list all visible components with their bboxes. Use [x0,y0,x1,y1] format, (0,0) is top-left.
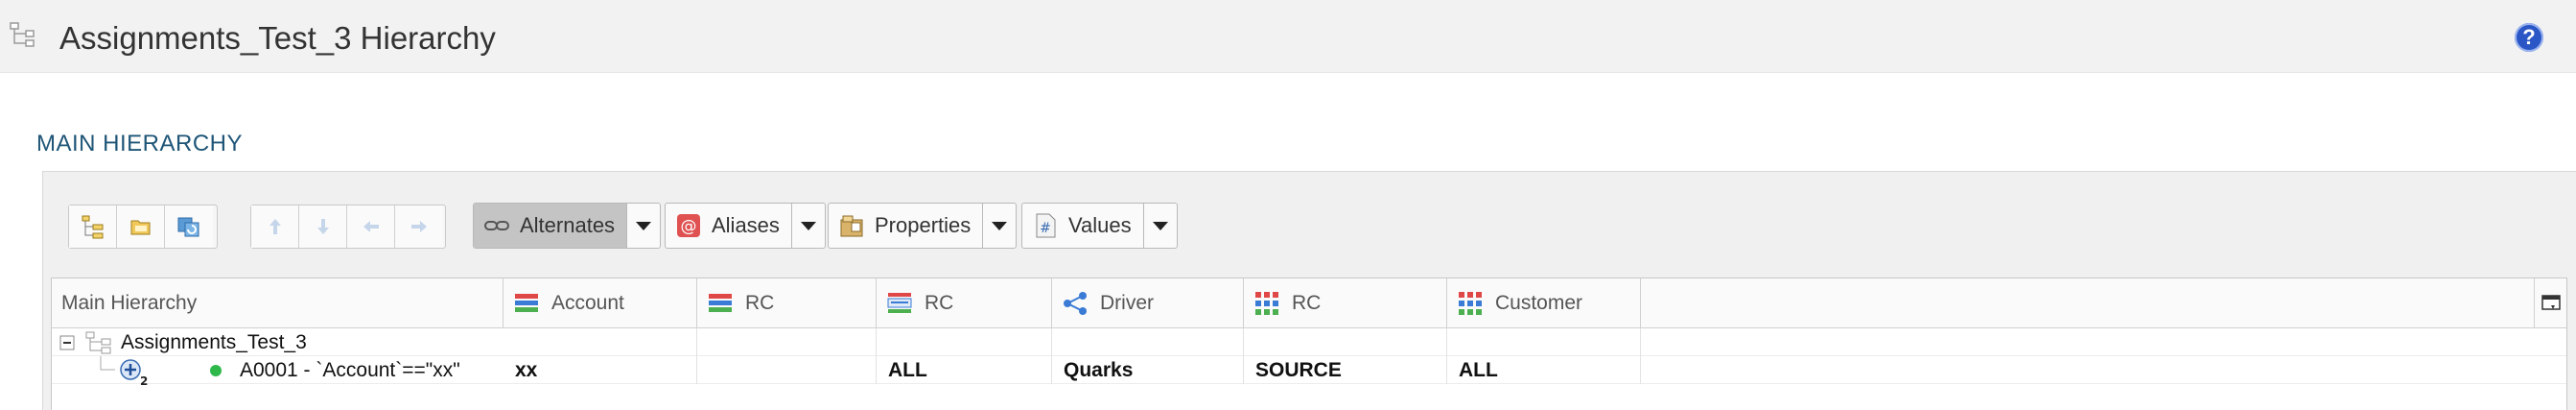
alias-icon: @ [677,214,700,237]
values-icon: # [1036,213,1056,238]
arrow-left-icon [363,221,379,232]
dimension-stack-icon [709,294,732,312]
move-down-button[interactable] [299,205,347,248]
view-toolbar [68,205,218,249]
hierarchy-icon [85,331,111,354]
properties-icon [840,215,863,237]
column-chooser-button[interactable] [2534,278,2566,328]
title-bar: Assignments_Test_3 Hierarchy ? [0,0,2576,73]
alternates-button[interactable]: Alternates [474,204,628,248]
properties-button[interactable]: Properties [829,204,984,248]
grid-header: Main Hierarchy Account RC RC Driver RC C… [52,278,2566,328]
chevron-down-icon[interactable] [983,204,1016,248]
cell-rc-2[interactable] [877,328,1052,356]
column-header-account[interactable]: Account [503,278,697,328]
properties-dropdown[interactable]: Properties [828,203,1018,249]
help-icon[interactable]: ? [2515,23,2543,52]
move-toolbar [250,205,446,249]
arrow-right-icon [411,221,427,232]
member-add-icon: 2 [120,359,148,386]
tree-node-label[interactable]: A0001 - `Account`=="xx" [240,356,460,384]
values-label: Values [1068,213,1132,237]
properties-label: Properties [875,213,972,237]
chevron-down-icon[interactable] [792,204,825,248]
alternates-dropdown[interactable]: Alternates [473,203,662,249]
cell-rc-3[interactable]: SOURCE [1244,356,1447,384]
column-header-driver[interactable]: Driver [1052,278,1244,328]
grid-dots-icon [1255,292,1278,315]
arrow-down-icon [316,219,329,234]
tree-connector [100,356,115,371]
cell-account[interactable]: xx [503,356,697,384]
table-row[interactable]: Assignments_Test_3 [52,328,2566,356]
cell-rc-3[interactable] [1244,328,1447,356]
hierarchy-icon [10,22,35,47]
move-up-button[interactable] [251,205,299,248]
hierarchy-grid: Main Hierarchy Account RC RC Driver RC C… [51,277,2567,410]
hierarchy-view-icon [82,215,103,239]
column-header-rc-3[interactable]: RC [1244,278,1447,328]
share-icon [1064,292,1087,315]
tree-node-label[interactable]: Assignments_Test_3 [121,328,307,356]
refresh-icon [177,217,199,237]
move-right-button[interactable] [395,205,443,248]
cell-driver[interactable] [1052,328,1244,356]
values-button[interactable]: # Values [1022,204,1144,248]
cell-rc-1[interactable] [697,328,877,356]
cell-account[interactable] [503,328,697,356]
status-dot-icon [210,365,222,376]
cell-customer[interactable]: ALL [1447,356,1641,384]
dimension-stack-icon [515,294,538,312]
arrow-up-icon [269,219,281,234]
folder-icon [130,220,150,235]
values-dropdown[interactable]: # Values [1021,203,1178,249]
grid-dots-icon [1459,292,1482,315]
column-header-rc-1[interactable]: RC [697,278,877,328]
cell-rc-1[interactable] [697,356,877,384]
hierarchy-view-button[interactable] [69,205,117,248]
refresh-button[interactable] [165,205,213,248]
cell-driver[interactable]: Quarks [1052,356,1244,384]
cell-rc-2[interactable]: ALL [877,356,1052,384]
open-folder-button[interactable] [117,205,165,248]
section-title: MAIN HIERARCHY [36,131,244,157]
collapse-icon[interactable] [59,335,75,350]
hierarchy-panel: Alternates @ Aliases Properties # Values… [42,171,2576,410]
dimension-list-icon [887,293,912,313]
aliases-button[interactable]: @ Aliases [666,204,792,248]
aliases-dropdown[interactable]: @ Aliases [665,203,826,249]
svg-text:@: @ [681,217,697,236]
cell-customer[interactable] [1447,328,1641,356]
link-icon [484,221,509,230]
svg-text:2: 2 [140,374,148,386]
column-header-customer[interactable]: Customer [1447,278,1641,328]
alternates-label: Alternates [520,213,616,237]
svg-text:#: # [1040,221,1051,236]
chevron-down-icon[interactable] [1144,204,1177,248]
page-title: Assignments_Test_3 Hierarchy [59,20,496,56]
move-left-button[interactable] [347,205,395,248]
table-row[interactable]: 2 A0001 - `Account`=="xx" xx ALL Quarks … [52,356,2566,386]
chevron-down-icon[interactable] [627,204,660,248]
column-header-main-hierarchy[interactable]: Main Hierarchy [52,278,503,328]
column-chooser-icon [2541,295,2561,310]
column-header-rc-2[interactable]: RC [877,278,1052,328]
aliases-label: Aliases [712,213,780,237]
